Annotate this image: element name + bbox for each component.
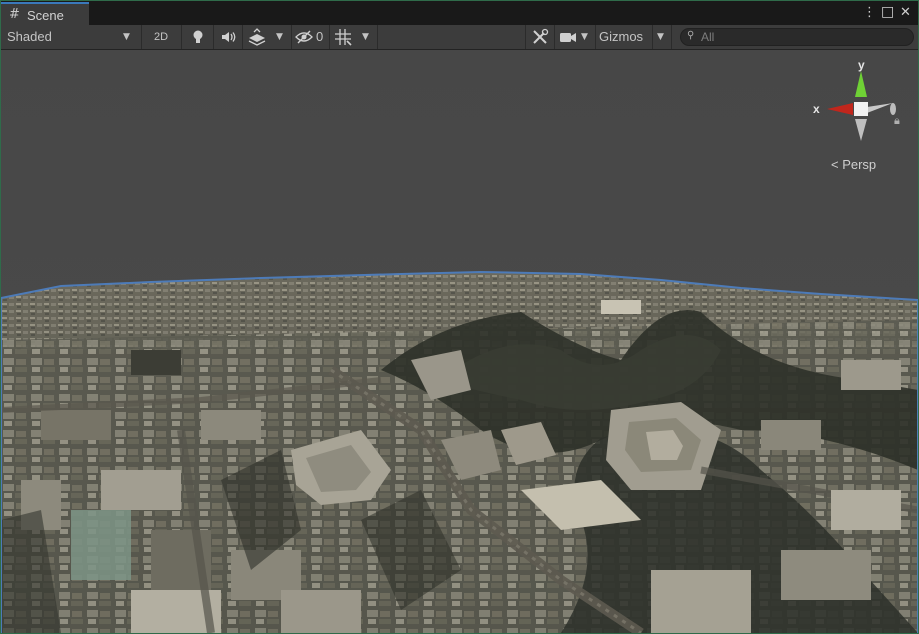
separator — [181, 25, 182, 49]
grid-snapping-dropdown[interactable]: ▼ — [332, 25, 376, 49]
chevron-down-icon: ▼ — [362, 32, 369, 42]
gizmo-x-label: x — [813, 102, 820, 116]
eye-slash-icon — [295, 30, 313, 44]
audio-toggle-button[interactable] — [217, 25, 239, 49]
more-options-icon[interactable]: ⋮ — [863, 5, 876, 21]
gizmos-dropdown[interactable]: ▼ — [653, 25, 671, 49]
tab-label: Scene — [27, 8, 64, 23]
separator — [291, 25, 292, 49]
chevron-down-icon: ▼ — [581, 32, 588, 42]
projection-toggle[interactable]: < Persp — [831, 157, 876, 172]
hash-grid-icon: # — [9, 7, 20, 22]
speaker-icon — [222, 32, 236, 42]
draw-mode-label: Shaded — [7, 29, 52, 44]
lighting-toggle-button[interactable] — [187, 25, 209, 49]
gizmos-toggle[interactable]: Gizmos — [597, 25, 653, 49]
chevron-down-icon: ▼ — [657, 32, 664, 42]
separator — [377, 25, 378, 49]
scene-viewport[interactable]: 🔒︎ — [1, 50, 918, 633]
separator — [525, 25, 526, 49]
chevron-down-icon: ▼ — [123, 32, 130, 42]
gizmo-y-label: y — [858, 58, 865, 72]
separator — [329, 25, 330, 49]
separator — [671, 25, 672, 49]
tab-scene[interactable]: # Scene — [1, 2, 89, 25]
separator — [554, 25, 555, 49]
layers-effects-icon — [248, 28, 266, 46]
separator — [141, 25, 142, 49]
hidden-count: 0 — [316, 29, 324, 44]
lightbulb-icon — [193, 30, 203, 43]
city-terrain-render — [1, 50, 918, 633]
chevron-down-icon: ▼ — [276, 32, 283, 42]
separator — [242, 25, 243, 49]
tools-icon — [533, 28, 549, 44]
search-icon: ⚲ — [687, 30, 695, 41]
camera-settings-dropdown[interactable]: ▼ — [557, 25, 595, 49]
search-field[interactable]: ⚲ — [680, 28, 914, 46]
tools-button[interactable] — [528, 25, 552, 49]
draw-mode-dropdown[interactable]: Shaded ▼ — [1, 25, 141, 49]
toggle-2d-button[interactable]: 2D — [148, 25, 174, 49]
maximize-icon[interactable]: □ — [881, 4, 894, 20]
grid-snap-icon — [335, 29, 352, 46]
orientation-gizmo[interactable]: y x — [809, 57, 909, 167]
video-camera-icon — [560, 33, 576, 42]
separator — [595, 25, 596, 49]
scene-visibility-toggle[interactable]: 0 — [294, 25, 328, 49]
gizmos-label: Gizmos — [599, 29, 644, 44]
scene-window: # Scene ⋮ □ ✕ Shaded ▼ 2D ▼ 0 ▼ ▼ Gizmos… — [0, 0, 919, 634]
separator — [213, 25, 214, 49]
search-input[interactable] — [701, 30, 901, 44]
tab-bar: # Scene ⋮ □ ✕ — [1, 1, 918, 25]
close-icon[interactable]: ✕ — [900, 5, 911, 21]
scene-toolbar: Shaded ▼ 2D ▼ 0 ▼ ▼ Gizmos ▼ ⚲ All — [1, 25, 918, 50]
effects-dropdown[interactable]: ▼ — [245, 25, 291, 49]
